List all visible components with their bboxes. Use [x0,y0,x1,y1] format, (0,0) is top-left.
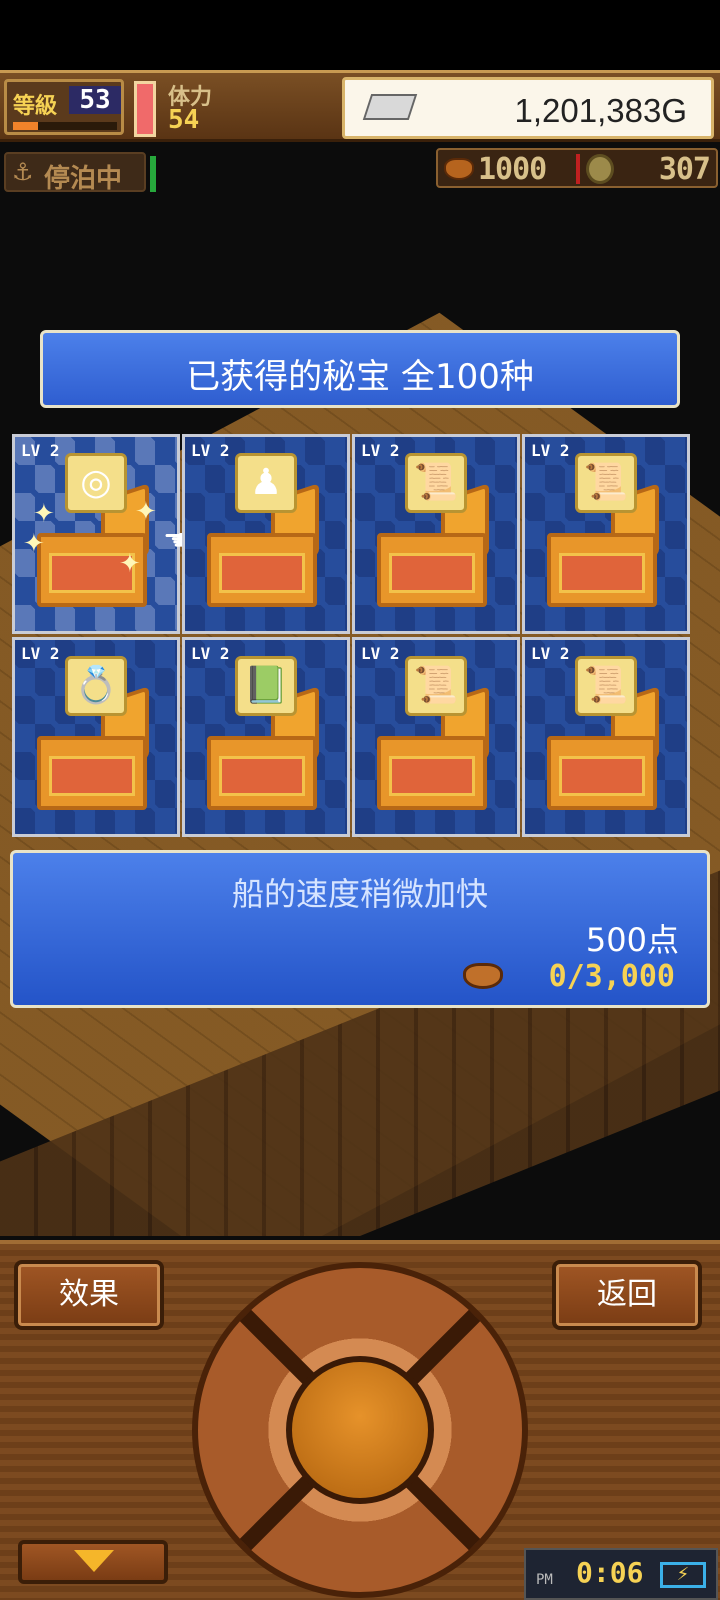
chest-band [219,756,305,796]
battery-icon: ⚡ [660,1562,706,1588]
clock-ampm: PM [536,1572,553,1588]
treasure-card[interactable]: LV 2 📜 [352,637,520,837]
anchor-icon: ⚓ [12,158,34,186]
green-book-icon: 📗 [235,656,297,716]
status-bar [0,0,720,70]
scroll-icon: 📜 [405,453,467,513]
clock: PM 0:06 ⚡ [524,1548,718,1600]
treasure-chest-icon [207,533,317,607]
treasure-chest-icon [37,736,147,810]
treasure-card[interactable]: LV 2 💍 [12,637,180,837]
back-button[interactable]: 返回 [552,1260,702,1330]
treasure-chest-icon [207,736,317,810]
scroll-icon: 📜 [575,453,637,513]
level-box: 等級 53 [4,79,124,135]
treasure-card[interactable]: LV 2 📜 [522,434,690,634]
top-hud: 等級 53 体力 54 1,201,383G [0,70,720,142]
treasure-panel-header: 已获得的秘宝 全100种 [40,330,680,408]
stamina-value: 54 [168,105,200,135]
sparkle-icon: ✦ [33,499,55,529]
statue-icon: ♟ [235,453,297,513]
treasure-points: 500点 [585,921,679,959]
chest-band [49,756,135,796]
coin-value: 307 [658,152,711,187]
resource-divider [576,154,580,184]
clock-time: 0:06 [576,1556,644,1589]
bottom-controls: 效果 返回 PM 0:06 ⚡ [0,1240,720,1600]
card-level: LV 2 [361,441,400,460]
arrow-down-icon [74,1550,114,1572]
card-level: LV 2 [361,644,400,663]
scroll-icon: 📜 [405,656,467,716]
scroll-down-button[interactable] [18,1540,168,1584]
chest-band [389,553,475,593]
card-level: LV 2 [191,441,230,460]
treasure-chest-icon [547,533,657,607]
gem-ring-icon: 💍 [65,656,127,716]
chest-band [389,756,475,796]
card-level: LV 2 [531,644,570,663]
sparkle-icon: ✦ [23,529,45,559]
treasure-progress: 0/3,000 [548,959,675,994]
pot-icon [463,963,503,989]
pot-icon [444,158,474,180]
treasure-card[interactable]: LV 2 📗 [182,637,350,837]
treasure-description: 船的速度稍微加快 [231,875,488,913]
gold-value: 1,201,383G [514,92,687,129]
chest-band [219,553,305,593]
stamina-gauge [134,81,156,137]
treasure-chest-icon [377,736,487,810]
chest-band [559,756,645,796]
card-level: LV 2 [21,644,60,663]
card-level: LV 2 [191,644,230,663]
ring-icon: ◎ [65,453,127,513]
directional-pad[interactable] [192,1262,528,1598]
gold-bar-icon [362,94,418,120]
treasure-panel-title: 已获得的秘宝 全100种 [186,357,534,397]
coin-icon [586,154,614,184]
sparkle-icon: ✦ [119,549,141,579]
level-value: 53 [69,86,121,114]
pot-value: 1000 [478,152,547,187]
treasure-chest-icon [377,533,487,607]
treasure-grid: LV 2 ◎ ✦ ✦ ✦ ✦ ☚ LV 2 ♟ LV 2 📜 LV 2 📜 LV 2 💍 LV 2 📗 LV 2 📜… [12,434,706,844]
docked-label: 停泊中 [44,164,123,194]
card-level: LV 2 [21,441,60,460]
dpad-center-button[interactable] [286,1356,434,1504]
treasure-card[interactable]: LV 2 ◎ ✦ ✦ ✦ ✦ ☚ [12,434,190,634]
gold-box: 1,201,383G [342,77,714,139]
treasure-chest-icon [547,736,657,810]
level-progress-bar [13,122,117,130]
resource-box: 1000 307 [436,148,718,188]
effect-button[interactable]: 效果 [14,1260,164,1330]
sparkle-icon: ✦ [135,497,157,527]
treasure-card[interactable]: LV 2 📜 [352,434,520,634]
card-level: LV 2 [531,441,570,460]
level-label: 等級 [13,94,58,119]
docked-status: ⚓ 停泊中 [4,152,146,194]
treasure-card[interactable]: LV 2 ♟ [182,434,350,634]
chest-band [559,553,645,593]
treasure-description-panel: 船的速度稍微加快 500点 0/3,000 [10,850,710,1008]
scroll-icon: 📜 [575,656,637,716]
docked-indicator [150,156,156,192]
treasure-card[interactable]: LV 2 📜 [522,637,690,837]
